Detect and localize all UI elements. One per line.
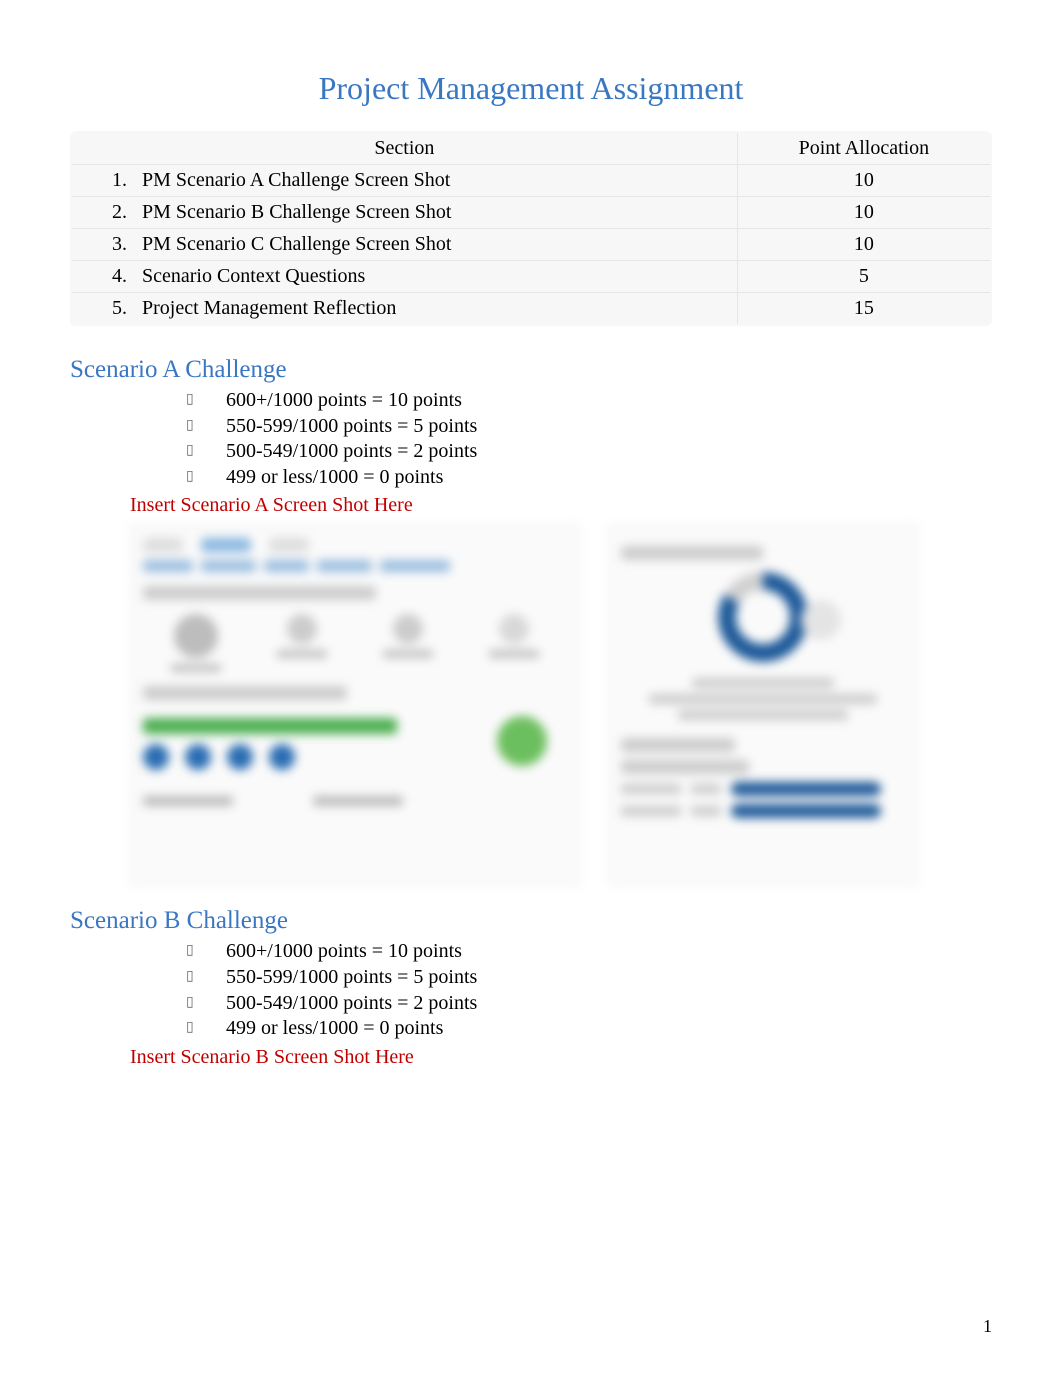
scenario-a-screenshot-placeholder	[130, 525, 992, 885]
scoring-item: 550-599/1000 points = 5 points	[180, 965, 992, 991]
document-page: Project Management Assignment Section Po…	[0, 0, 1062, 1377]
scenario-b-scoring-list: 600+/1000 points = 10 points 550-599/100…	[70, 939, 992, 1041]
row-points: 5	[737, 261, 991, 293]
scenario-b-heading: Scenario B Challenge	[70, 907, 992, 935]
row-points: 10	[737, 165, 991, 197]
allocation-table: Section Point Allocation 1. PM Scenario …	[70, 131, 992, 326]
scenario-a-insert-instruction: Insert Scenario A Screen Shot Here	[130, 494, 992, 517]
row-section: 1. PM Scenario A Challenge Screen Shot	[71, 165, 737, 197]
row-number: 4.	[112, 265, 127, 287]
row-points: 10	[737, 197, 991, 229]
table-row: 3. PM Scenario C Challenge Screen Shot 1…	[71, 229, 991, 261]
page-number: 1	[983, 1316, 992, 1337]
row-section: 5. Project Management Reflection	[71, 293, 737, 326]
row-section: 4. Scenario Context Questions	[71, 261, 737, 293]
row-points: 15	[737, 293, 991, 326]
row-label: PM Scenario A Challenge Screen Shot	[142, 169, 450, 191]
row-label: Project Management Reflection	[142, 297, 396, 319]
row-label: PM Scenario C Challenge Screen Shot	[142, 233, 451, 255]
row-number: 2.	[112, 201, 127, 223]
table-row: 5. Project Management Reflection 15	[71, 293, 991, 326]
table-header-row: Section Point Allocation	[71, 132, 991, 165]
table-row: 2. PM Scenario B Challenge Screen Shot 1…	[71, 197, 991, 229]
scoring-item: 500-549/1000 points = 2 points	[180, 439, 992, 465]
row-points: 10	[737, 229, 991, 261]
row-section: 2. PM Scenario B Challenge Screen Shot	[71, 197, 737, 229]
row-number: 3.	[112, 233, 127, 255]
scoring-item: 600+/1000 points = 10 points	[180, 939, 992, 965]
scenario-b-insert-instruction: Insert Scenario B Screen Shot Here	[130, 1046, 992, 1069]
scoring-item: 499 or less/1000 = 0 points	[180, 1016, 992, 1042]
scoring-item: 499 or less/1000 = 0 points	[180, 465, 992, 491]
row-label: Scenario Context Questions	[142, 265, 365, 287]
scoring-item: 600+/1000 points = 10 points	[180, 388, 992, 414]
scenario-a-scoring-list: 600+/1000 points = 10 points 550-599/100…	[70, 388, 992, 490]
table-row: 4. Scenario Context Questions 5	[71, 261, 991, 293]
table-row: 1. PM Scenario A Challenge Screen Shot 1…	[71, 165, 991, 197]
row-number: 5.	[112, 297, 127, 319]
row-number: 1.	[112, 169, 127, 191]
row-section: 3. PM Scenario C Challenge Screen Shot	[71, 229, 737, 261]
header-points: Point Allocation	[737, 132, 991, 165]
page-title: Project Management Assignment	[70, 70, 992, 107]
scenario-a-heading: Scenario A Challenge	[70, 356, 992, 384]
screenshot-left-panel	[130, 525, 580, 885]
row-label: PM Scenario B Challenge Screen Shot	[142, 201, 451, 223]
scoring-item: 550-599/1000 points = 5 points	[180, 414, 992, 440]
screenshot-right-panel	[608, 525, 918, 885]
scoring-item: 500-549/1000 points = 2 points	[180, 991, 992, 1017]
header-section: Section	[71, 132, 737, 165]
